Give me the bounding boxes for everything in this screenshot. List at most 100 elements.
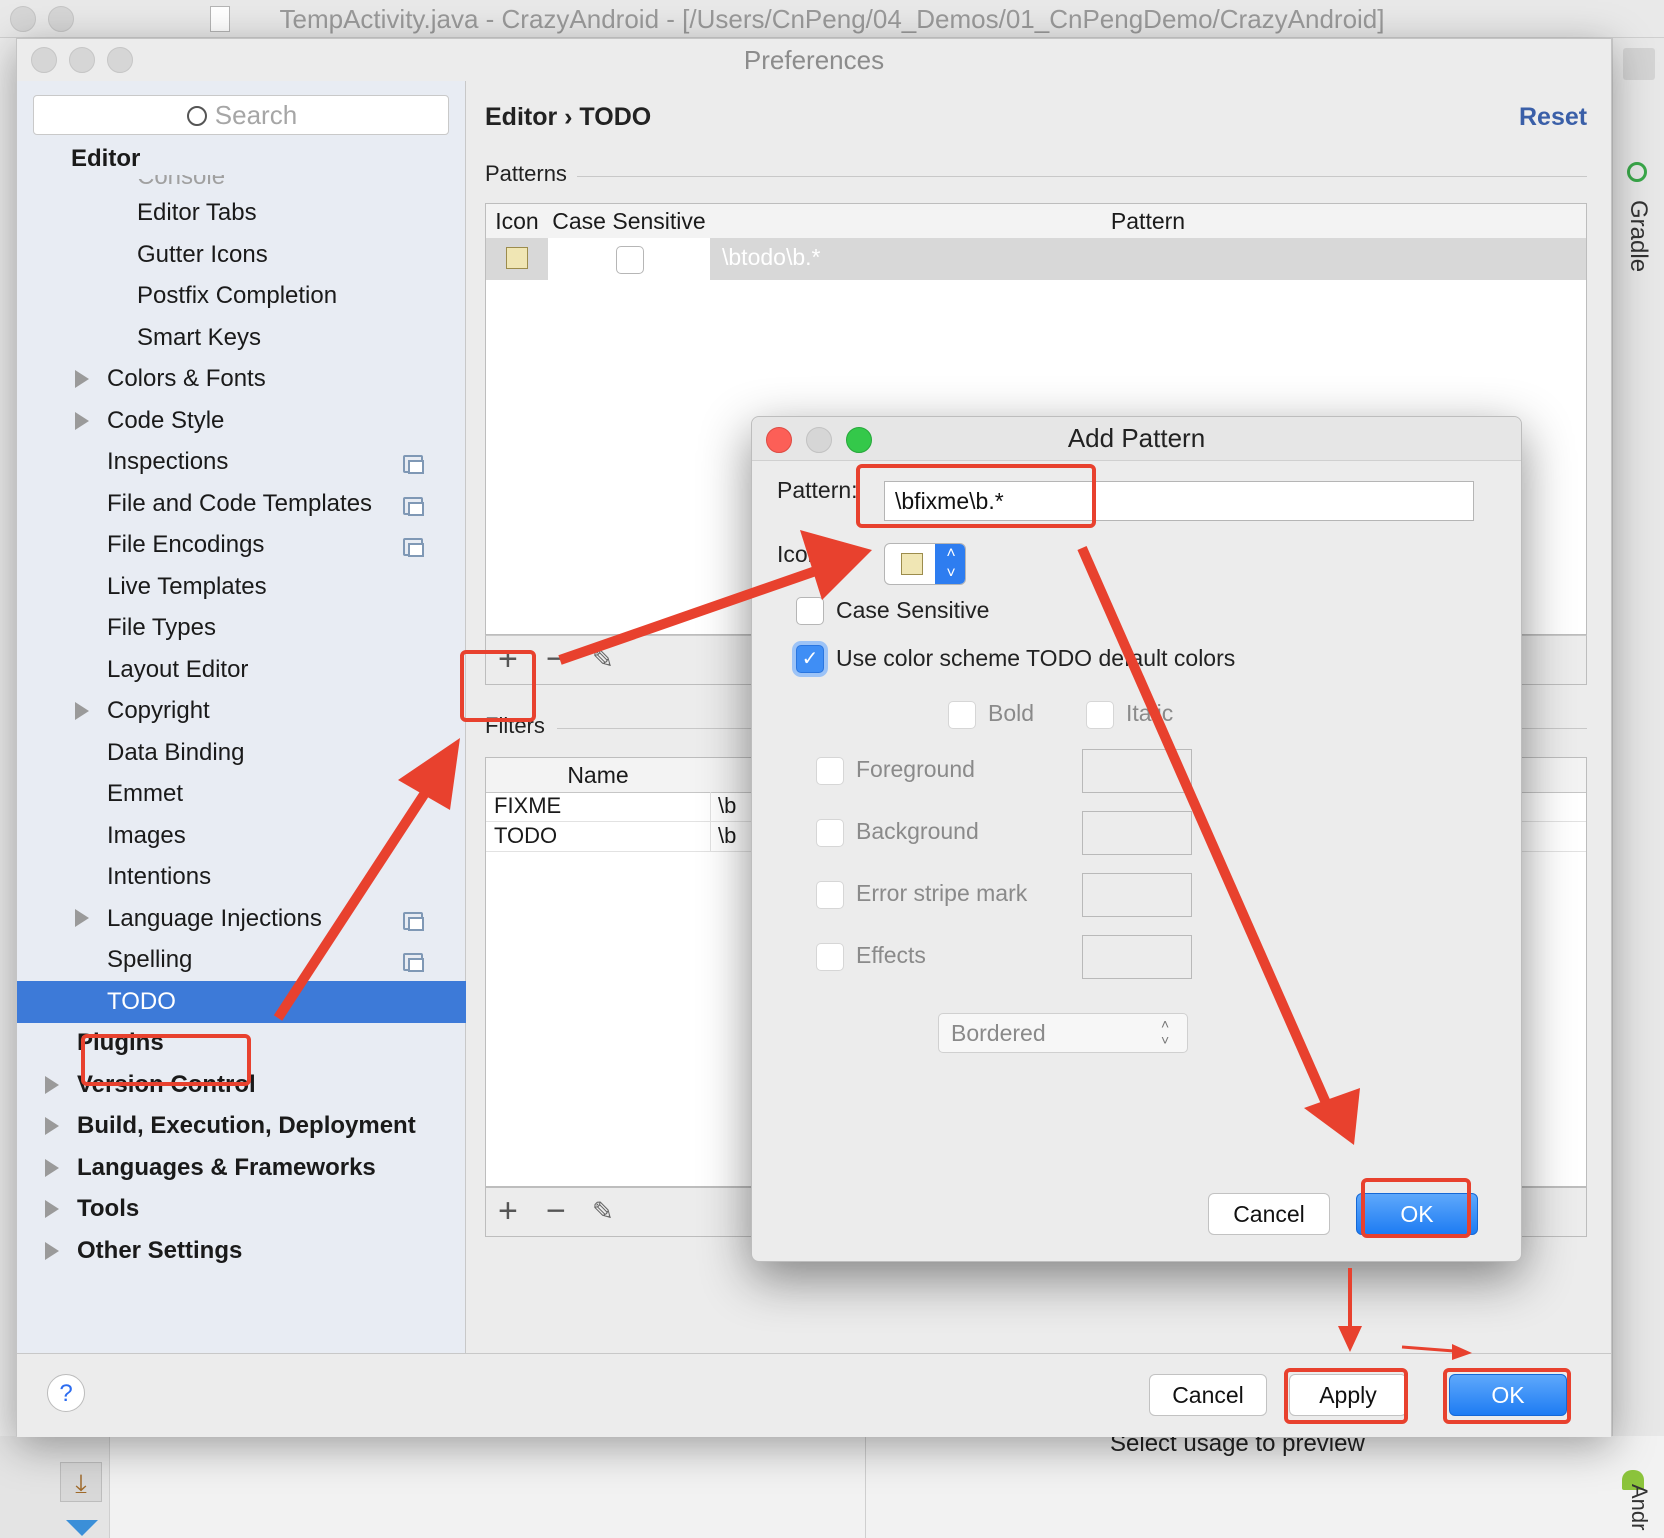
sidebar-item-console[interactable]: Console	[137, 175, 225, 197]
case-sensitive-checkbox[interactable]	[616, 246, 644, 274]
project-settings-icon	[403, 455, 424, 474]
filter-icon[interactable]	[66, 1520, 98, 1536]
sidebar-item-build-execution-deployment[interactable]: Build, Execution, Deployment	[77, 1106, 416, 1146]
case-sensitive-checkbox[interactable]	[796, 597, 824, 625]
sidebar-item-postfix-completion[interactable]: Postfix Completion	[137, 276, 337, 316]
sidebar-item-images[interactable]: Images	[107, 816, 186, 856]
pattern-label: Pattern:	[777, 477, 858, 503]
highlight-box-pattern	[856, 464, 1096, 528]
sidebar-item-copyright[interactable]: Copyright	[107, 691, 210, 731]
bold-label: Bold	[988, 700, 1035, 726]
project-settings-icon	[403, 497, 424, 516]
highlight-box-add	[460, 650, 536, 722]
settings-sidebar: Search Console Editor Editor Tabs Gutter…	[17, 81, 466, 1353]
sidebar-item-gutter-icons[interactable]: Gutter Icons	[137, 235, 268, 275]
user-icon[interactable]	[1623, 48, 1655, 80]
effects-color-swatch[interactable]	[1082, 935, 1192, 979]
italic-checkbox[interactable]	[1086, 701, 1114, 729]
effects-checkbox[interactable]	[816, 943, 844, 971]
expand-arrow-icon[interactable]	[75, 702, 89, 720]
add-pattern-dialog: Add Pattern Pattern: \bfixme\b.* Icon: ˄…	[751, 416, 1522, 1262]
highlight-box-apply	[1284, 1368, 1408, 1424]
column-header-icon[interactable]: Icon	[486, 204, 549, 239]
foreground-label: Foreground	[856, 756, 975, 782]
reset-link[interactable]: Reset	[1519, 103, 1587, 132]
dialog-cancel-button[interactable]: Cancel	[1208, 1193, 1330, 1235]
ide-titlebar: TempActivity.java - CrazyAndroid - [/Use…	[0, 0, 1664, 38]
ide-bottom-panel: Select usage to preview	[0, 1430, 1664, 1538]
filter-name: TODO	[494, 823, 558, 848]
background-label: Background	[856, 818, 979, 844]
expand-arrow-icon[interactable]	[45, 1117, 59, 1135]
use-color-scheme-label: Use color scheme TODO default colors	[836, 645, 1236, 671]
table-row[interactable]: \btodo\b.*	[486, 238, 1586, 280]
icon-select[interactable]: ˄ ˅	[884, 543, 966, 585]
column-header-case-sensitive[interactable]: Case Sensitive	[548, 204, 711, 239]
gradle-tool-tab[interactable]: Gradle	[1610, 190, 1664, 290]
sidebar-item-colors-fonts[interactable]: Colors & Fonts	[107, 359, 266, 399]
sidebar-item-languages-frameworks[interactable]: Languages & Frameworks	[77, 1148, 376, 1188]
sidebar-item-inspections[interactable]: Inspections	[107, 442, 228, 482]
pattern-cell: \btodo\b.*	[722, 244, 821, 270]
use-color-scheme-checkbox[interactable]: ✓	[796, 645, 824, 673]
gradle-tool-label: Gradle	[1625, 200, 1652, 273]
bold-checkbox[interactable]	[948, 701, 976, 729]
sidebar-item-spelling[interactable]: Spelling	[107, 940, 192, 980]
ide-bottom-divider	[865, 1436, 866, 1538]
android-tool-label: Andr	[1627, 1484, 1652, 1531]
sidebar-item-other-settings[interactable]: Other Settings	[77, 1231, 242, 1271]
search-icon	[186, 106, 207, 126]
help-button[interactable]: ?	[47, 1374, 85, 1412]
expand-arrow-icon[interactable]	[75, 412, 89, 430]
add-filter-icon[interactable]: +	[498, 1194, 518, 1228]
sidebar-group-editor[interactable]: Editor	[71, 139, 147, 179]
italic-label: Italic	[1126, 700, 1174, 726]
column-header-name[interactable]: Name	[486, 758, 711, 793]
sidebar-item-code-style[interactable]: Code Style	[107, 401, 224, 441]
sidebar-item-language-injections[interactable]: Language Injections	[107, 899, 322, 939]
expand-arrow-icon[interactable]	[75, 909, 89, 927]
sidebar-item-editor-tabs[interactable]: Editor Tabs	[137, 193, 257, 233]
edit-pencil-icon[interactable]: ✎	[592, 644, 614, 675]
foreground-color-swatch[interactable]	[1082, 749, 1192, 793]
download-icon[interactable]: ⤓	[60, 1462, 102, 1502]
remove-filter-icon[interactable]: −	[546, 1194, 566, 1228]
sidebar-item-data-binding[interactable]: Data Binding	[107, 733, 244, 773]
edit-filter-pencil-icon[interactable]: ✎	[592, 1196, 614, 1227]
project-settings-icon	[403, 953, 424, 972]
effects-label: Effects	[856, 942, 926, 968]
sidebar-item-emmet[interactable]: Emmet	[107, 774, 183, 814]
sidebar-item-smart-keys[interactable]: Smart Keys	[137, 318, 261, 358]
error-stripe-checkbox[interactable]	[816, 881, 844, 909]
expand-arrow-icon[interactable]	[45, 1159, 59, 1177]
foreground-checkbox[interactable]	[816, 757, 844, 785]
sidebar-item-layout-editor[interactable]: Layout Editor	[107, 650, 248, 690]
expand-arrow-icon[interactable]	[45, 1200, 59, 1218]
cancel-button[interactable]: Cancel	[1149, 1374, 1267, 1416]
sidebar-item-file-code-templates[interactable]: File and Code Templates	[107, 484, 372, 524]
sidebar-item-file-types[interactable]: File Types	[107, 608, 216, 648]
expand-arrow-icon[interactable]	[75, 370, 89, 388]
sidebar-item-tools[interactable]: Tools	[77, 1189, 139, 1229]
search-input[interactable]: Search	[33, 95, 449, 135]
sidebar-item-file-encodings[interactable]: File Encodings	[107, 525, 264, 565]
error-stripe-color-swatch[interactable]	[1082, 873, 1192, 917]
preferences-titlebar: Preferences	[17, 39, 1611, 81]
expand-arrow-icon[interactable]	[45, 1076, 59, 1094]
filter-patterns: \b	[718, 793, 737, 818]
effect-type-value: Bordered	[951, 1020, 1046, 1046]
ide-window-title: TempActivity.java - CrazyAndroid - [/Use…	[279, 4, 1385, 34]
background-checkbox[interactable]	[816, 819, 844, 847]
sidebar-item-todo[interactable]: TODO	[107, 982, 176, 1022]
expand-arrow-icon[interactable]	[45, 1242, 59, 1260]
highlight-box-dialog-ok	[1361, 1178, 1471, 1238]
column-header-pattern[interactable]: Pattern	[710, 204, 1586, 239]
remove-icon[interactable]: −	[546, 642, 566, 676]
todo-note-icon	[901, 553, 923, 575]
icon-label: Icon:	[777, 541, 827, 567]
filter-name: FIXME	[494, 793, 562, 818]
background-color-swatch[interactable]	[1082, 811, 1192, 855]
sidebar-item-intentions[interactable]: Intentions	[107, 857, 211, 897]
effect-type-select[interactable]: Bordered ˄ ˅	[938, 1013, 1188, 1053]
sidebar-item-live-templates[interactable]: Live Templates	[107, 567, 267, 607]
